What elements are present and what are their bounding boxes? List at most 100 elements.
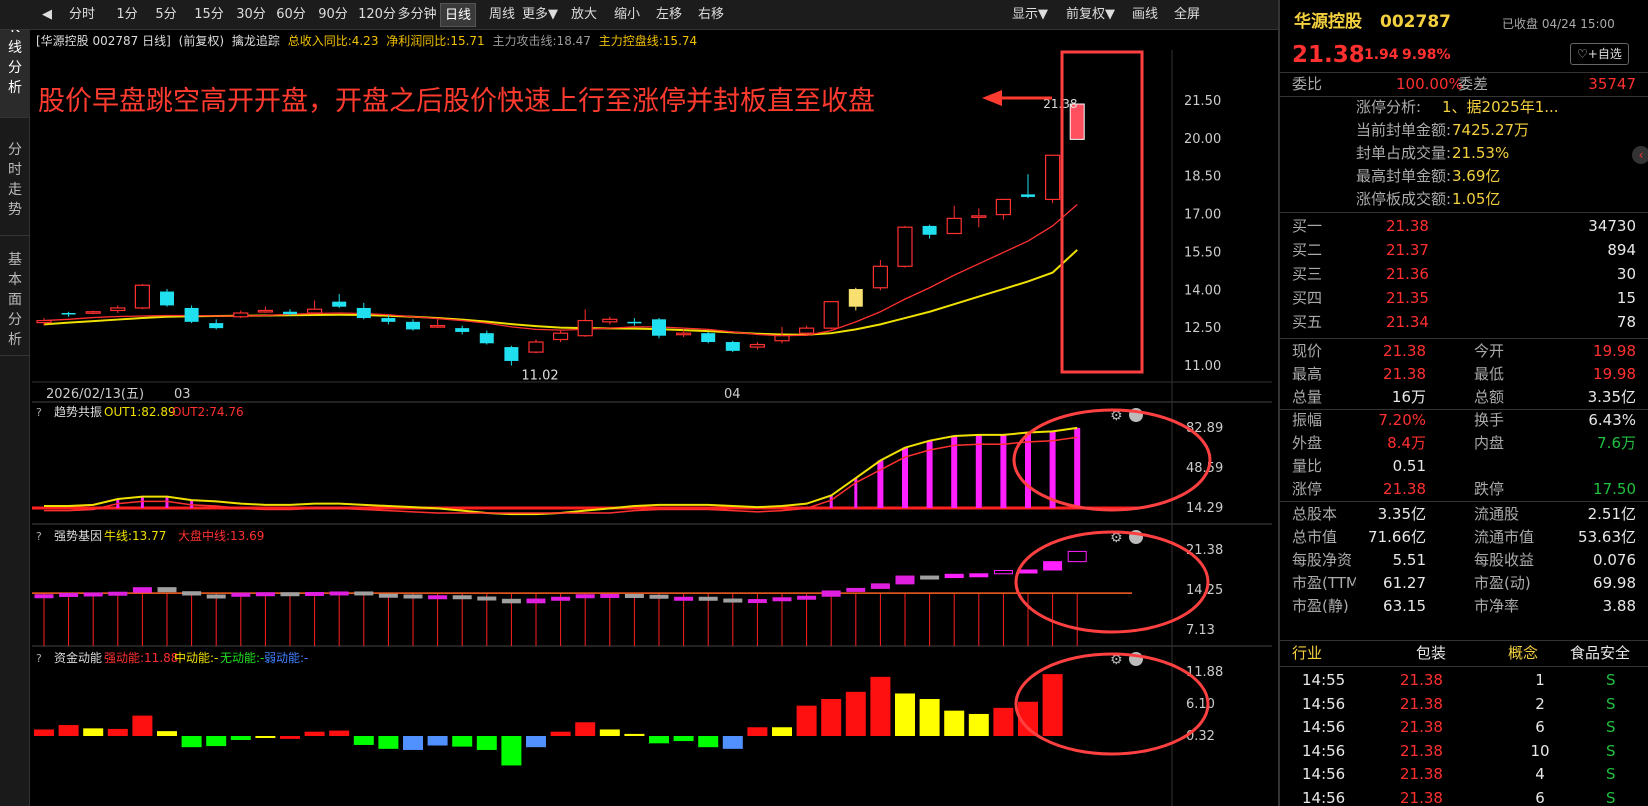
panel3-bar bbox=[329, 730, 350, 736]
tick-time: 14:56 bbox=[1302, 788, 1346, 806]
period-button-8[interactable]: 多分钟 bbox=[396, 3, 438, 27]
period-button-14[interactable]: 左移 bbox=[650, 3, 688, 27]
panel2-bar bbox=[280, 592, 300, 597]
period-button-4[interactable]: 30分 bbox=[232, 3, 270, 27]
add-favorite-button[interactable]: ♡+自选 bbox=[1570, 43, 1629, 65]
chart-area[interactable]: 21.50 20.00 18.50 17.00 15.50 14.00 12.50 11.00… bbox=[32, 50, 1276, 806]
tick-price: 21.38 bbox=[1400, 741, 1443, 760]
panel2-bar bbox=[1067, 550, 1087, 563]
period-button-15[interactable]: 右移 bbox=[692, 3, 730, 27]
stat-value: 3.88 bbox=[1602, 597, 1636, 615]
price-change-pct: 9.98% bbox=[1402, 47, 1451, 63]
panel2-bar bbox=[305, 591, 325, 596]
tab-intraday[interactable]: 分时走势 bbox=[0, 118, 30, 236]
panel2-bar bbox=[34, 594, 54, 599]
adjust-menu-button[interactable]: 前复权▼ bbox=[1060, 3, 1121, 27]
panel3-bar bbox=[649, 736, 669, 744]
period-button-10[interactable]: 周线 bbox=[484, 3, 520, 27]
bid-row[interactable]: 买三 21.36 30 bbox=[1280, 262, 1648, 286]
price-tick-label: 15.50 bbox=[1184, 245, 1221, 260]
panel3-bar bbox=[870, 676, 891, 736]
panel2-bar bbox=[255, 592, 275, 597]
stat-label: 总股本 bbox=[1292, 505, 1338, 523]
indicator-name[interactable]: 擒龙追踪 bbox=[232, 34, 280, 48]
candle-body bbox=[1021, 194, 1035, 197]
period-button-7[interactable]: 120分 bbox=[358, 3, 396, 27]
limit-up-value: 3.69亿 bbox=[1452, 167, 1501, 185]
price-tick-label: 21.50 bbox=[1184, 94, 1221, 109]
period-button-0[interactable]: 分时 bbox=[62, 3, 102, 27]
period-button-9[interactable]: 日线 bbox=[440, 3, 476, 27]
panel3-bar bbox=[821, 699, 842, 736]
bid-volume: 15 bbox=[1616, 289, 1636, 307]
chart-header: [华源控股 002787 日线] (前复权) 擒龙追踪 总收入同比:4.23 净… bbox=[36, 32, 701, 50]
period-button-3[interactable]: 15分 bbox=[190, 3, 228, 27]
stat-label: 跌停 bbox=[1474, 480, 1505, 498]
panel3-bar bbox=[403, 736, 423, 750]
bid-row[interactable]: 买五 21.34 78 bbox=[1280, 310, 1648, 334]
period-button-13[interactable]: 缩小 bbox=[608, 3, 646, 27]
period-button-6[interactable]: 90分 bbox=[314, 3, 352, 27]
tab-intraday-label: 分时走势 bbox=[8, 142, 22, 218]
candle-body bbox=[430, 325, 446, 328]
concept-label: 概念 bbox=[1508, 644, 1539, 662]
panel2-bar bbox=[920, 575, 940, 580]
stat-label: 现价 bbox=[1292, 342, 1323, 360]
help-icon: ? bbox=[36, 530, 42, 543]
panel3-bar bbox=[353, 736, 374, 745]
panel2-bar bbox=[600, 593, 620, 598]
weicha-value: 35747 bbox=[1588, 75, 1636, 93]
panel1-axis-label: 14.29 bbox=[1186, 501, 1223, 516]
candle-body bbox=[725, 342, 740, 351]
price-tick-label: 11.00 bbox=[1184, 359, 1221, 374]
bid-row[interactable]: 买四 21.35 15 bbox=[1280, 286, 1648, 310]
panel2-bar bbox=[59, 592, 79, 597]
panel3-bar bbox=[58, 725, 79, 736]
stat-label: 市盈(静) bbox=[1292, 597, 1349, 615]
candle-body bbox=[798, 327, 815, 334]
period-button-11[interactable]: 更多▼ bbox=[520, 3, 560, 27]
panel3-bar bbox=[895, 693, 915, 736]
concept-value[interactable]: 食品安全 bbox=[1570, 641, 1630, 665]
candle-body bbox=[356, 307, 371, 319]
panel3-bar bbox=[452, 736, 473, 747]
price-change: 1.94 bbox=[1364, 47, 1399, 63]
tick-row: 14:56 21.38 6 S bbox=[1280, 786, 1648, 806]
display-menu-button[interactable]: 显示▼ bbox=[1006, 3, 1054, 27]
bid-row[interactable]: 买二 21.37 894 bbox=[1280, 238, 1648, 262]
stat-label: 市盈(TTM bbox=[1292, 574, 1356, 592]
back-button[interactable]: ◀ bbox=[36, 3, 58, 27]
stat-value: 6.43% bbox=[1588, 411, 1636, 429]
period-button-1[interactable]: 1分 bbox=[110, 3, 144, 27]
bid-row[interactable]: 买一 21.38 34730 bbox=[1280, 214, 1648, 238]
panel3-bar bbox=[378, 736, 399, 749]
draw-button[interactable]: 画线 bbox=[1126, 3, 1164, 27]
industry-value[interactable]: 包装 bbox=[1416, 641, 1446, 665]
tick-price: 21.38 bbox=[1400, 671, 1443, 689]
period-button-5[interactable]: 60分 bbox=[272, 3, 310, 27]
tick-time: 14:55 bbox=[1302, 671, 1346, 689]
candle-body bbox=[160, 291, 174, 306]
period-button-12[interactable]: 放大 bbox=[564, 3, 604, 27]
indicator-control: 主力控盘线:15.74 bbox=[598, 34, 698, 48]
bid-price: 21.34 bbox=[1386, 313, 1429, 331]
panel2-bar bbox=[206, 594, 226, 599]
panel3-bar bbox=[968, 713, 989, 736]
stat-value: 21.38 bbox=[1383, 365, 1426, 383]
panel2-bar bbox=[649, 594, 669, 599]
collapse-arrow-icon[interactable]: ‹ bbox=[1632, 146, 1648, 164]
tab-fundamentals[interactable]: 基本面分析 bbox=[0, 236, 30, 356]
candle-body bbox=[110, 307, 126, 312]
candle-body bbox=[872, 265, 889, 289]
price-tick-label: 17.00 bbox=[1184, 208, 1221, 223]
panel1-out1-line bbox=[44, 426, 1078, 516]
panel3-strong: 强动能:11.88 bbox=[104, 651, 178, 665]
panel2-bar bbox=[674, 596, 694, 601]
period-button-2[interactable]: 5分 bbox=[148, 3, 184, 27]
fullscreen-button[interactable]: 全屏 bbox=[1168, 3, 1206, 27]
tick-side: S bbox=[1606, 694, 1616, 713]
candle-body bbox=[184, 307, 199, 322]
panel2-bar bbox=[944, 573, 964, 579]
tick-row: 14:56 21.38 4 S bbox=[1280, 762, 1648, 786]
panel3-bar bbox=[919, 699, 940, 736]
